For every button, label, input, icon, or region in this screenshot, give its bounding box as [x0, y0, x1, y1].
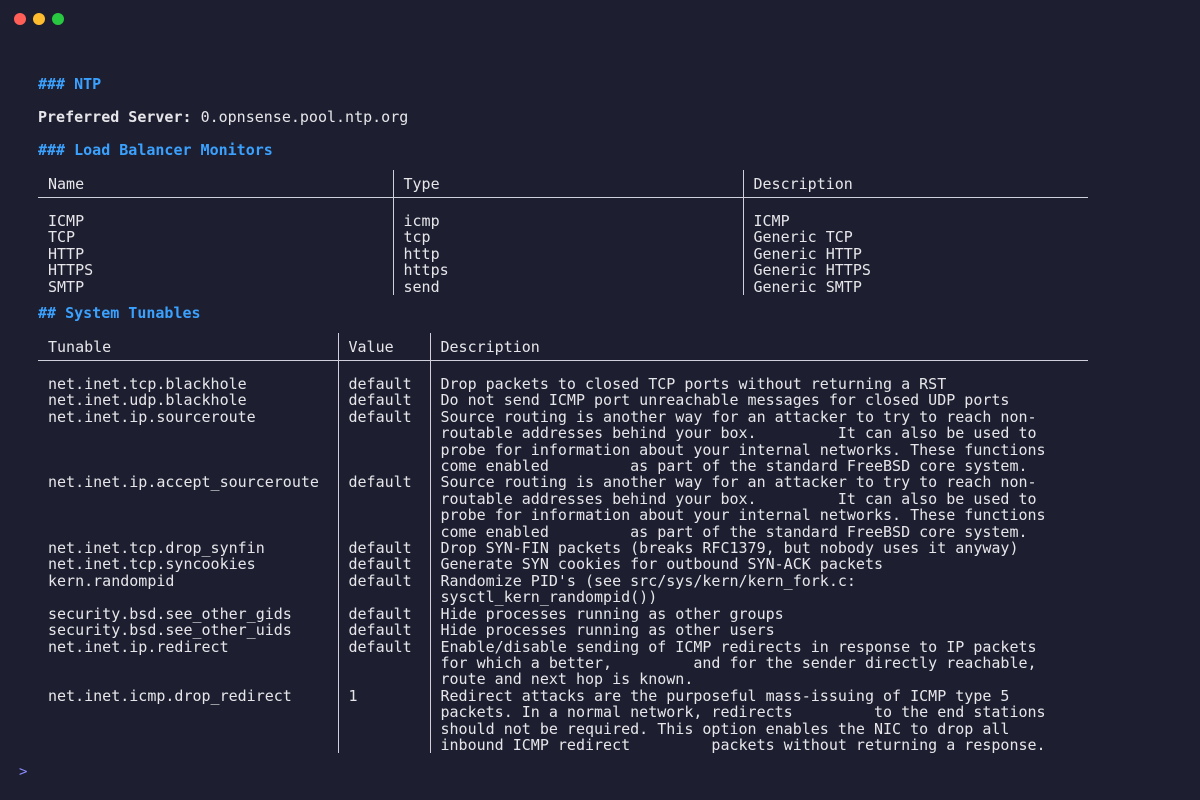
monitor-type: http: [392, 245, 743, 262]
tunable-description: Hide processes running as other groups: [429, 605, 1088, 622]
tunable-row: net.inet.ip.sourceroute default Source rou…: [38, 409, 1088, 475]
lb-col-type: Type: [392, 170, 743, 198]
monitor-description: Generic SMTP: [742, 278, 1088, 295]
lb-monitor-row: ICMP icmp ICMP: [38, 213, 1088, 229]
monitor-name: ICMP: [48, 212, 85, 230]
tunable-description: Enable/disable sending of ICMP redirects…: [429, 638, 1088, 688]
preferred-server-line: Preferred Server: 0.opnsense.pool.ntp.or…: [38, 109, 408, 125]
tunable-row: net.inet.udp.blackhole default Do not send…: [38, 391, 1088, 410]
lb-monitor-row: HTTP http Generic HTTP: [38, 244, 1088, 263]
tunable-name: kern.randompid: [48, 571, 175, 590]
tunable-name: net.inet.tcp.syncookies: [48, 555, 256, 574]
lb-monitors-table: Name Type Description ICMP icmp ICMP TCP tcp…: [38, 170, 1088, 295]
zoom-window-button[interactable]: [52, 13, 64, 25]
monitor-description: Generic TCP: [742, 229, 1088, 246]
tunable-value: default: [337, 573, 430, 606]
tunable-value: default: [337, 556, 430, 573]
tunable-row: security.bsd.see_other_uids default Hide p…: [38, 621, 1088, 640]
shell-prompt[interactable]: >: [19, 764, 27, 780]
tunable-value: default: [337, 474, 430, 541]
ntp-heading: ### NTP: [38, 75, 102, 93]
tunable-row: net.inet.ip.redirect default Enable/disabl…: [38, 637, 1088, 688]
tunable-name: net.inet.tcp.blackhole: [48, 375, 247, 393]
monitor-name: TCP: [48, 228, 76, 247]
tunables-header-row: Tunable Value Description: [38, 333, 1088, 361]
tunable-name: security.bsd.see_other_gids: [48, 604, 292, 623]
monitor-description: Generic HTTPS: [742, 262, 1088, 279]
tunable-value: default: [337, 605, 430, 622]
spacer-cell: [392, 197, 743, 213]
tunable-description: Source routing is another way for an att…: [429, 409, 1088, 475]
monitor-name: HTTP: [48, 244, 85, 263]
preferred-server-label: Preferred Server:: [38, 108, 192, 126]
tunables-col-value: Value: [337, 333, 430, 361]
spacer-cell: [429, 360, 1088, 376]
system-tunables-heading: ## System Tunables: [38, 304, 201, 322]
monitor-type: tcp: [392, 229, 743, 246]
tunable-name: net.inet.icmp.drop_redirect: [48, 686, 292, 705]
tunable-name: security.bsd.see_other_uids: [48, 621, 292, 640]
tunables-col-description: Description: [429, 333, 1088, 361]
tunable-row: kern.randompid default Randomize PID's (se…: [38, 573, 1088, 606]
spacer-cell: [38, 361, 338, 377]
tunable-row: net.inet.ip.accept_sourceroute default Sou…: [38, 473, 1088, 541]
monitor-name: SMTP: [48, 277, 85, 296]
system-tunables-table: Tunable Value Description net.inet.tcp.b…: [38, 333, 1088, 754]
tunable-description: Source routing is another way for an att…: [429, 474, 1088, 541]
tunable-row: security.bsd.see_other_gids default Hide p…: [38, 604, 1088, 623]
monitor-name: HTTPS: [48, 261, 94, 280]
spacer-cell: [337, 360, 430, 376]
tunable-name: net.inet.ip.redirect: [48, 637, 229, 656]
tunable-value: default: [337, 409, 430, 475]
tunable-value: default: [337, 638, 430, 688]
tunable-name: net.inet.udp.blackhole: [48, 391, 247, 410]
window-controls: [14, 13, 64, 25]
tunable-row: net.inet.tcp.drop_synfin default Drop SYN-…: [38, 540, 1088, 556]
lb-monitor-row: TCP tcp Generic TCP: [38, 228, 1088, 247]
tunable-description: Redirect attacks are the purposeful mass…: [429, 688, 1088, 754]
spacer-cell: [742, 197, 1088, 213]
table-spacer: [38, 360, 1088, 377]
preferred-server-value: 0.opnsense.pool.ntp.org: [200, 108, 409, 126]
tunables-col-tunable: Tunable: [38, 333, 338, 361]
tunable-name: net.inet.ip.sourceroute: [48, 407, 256, 426]
tunable-description: Hide processes running as other users: [429, 622, 1088, 639]
tunable-row: net.inet.icmp.drop_redirect 1 Redirect att…: [38, 688, 1088, 754]
table-spacer: [38, 197, 1088, 214]
tunable-value: default: [337, 540, 430, 556]
tunable-description: Do not send ICMP port unreachable messag…: [429, 392, 1088, 409]
tunable-value: 1: [337, 688, 430, 754]
tunable-row: net.inet.tcp.blackhole default Drop packet…: [38, 376, 1088, 392]
lb-header-row: Name Type Description: [38, 170, 1088, 198]
lb-monitor-row: SMTP send Generic SMTP: [38, 277, 1088, 296]
tunable-description: Drop SYN-FIN packets (breaks RFC1379, bu…: [429, 540, 1088, 556]
lb-col-name: Name: [38, 170, 393, 198]
monitor-description: ICMP: [742, 213, 1088, 229]
lb-monitors-heading: ### Load Balancer Monitors: [38, 141, 273, 159]
close-window-button[interactable]: [14, 13, 26, 25]
minimize-window-button[interactable]: [33, 13, 45, 25]
monitor-type: https: [392, 262, 743, 279]
lb-monitor-row: HTTPS https Generic HTTPS: [38, 261, 1088, 280]
tunable-name: net.inet.ip.accept_sourceroute: [48, 473, 319, 492]
tunable-value: default: [337, 622, 430, 639]
tunable-value: default: [337, 376, 430, 392]
spacer-cell: [38, 198, 393, 214]
tunable-row: net.inet.tcp.syncookies default Generate S…: [38, 555, 1088, 574]
tunable-value: default: [337, 392, 430, 409]
tunable-description: Generate SYN cookies for outbound SYN-AC…: [429, 556, 1088, 573]
monitor-description: Generic HTTP: [742, 245, 1088, 262]
lb-col-description: Description: [742, 170, 1088, 198]
monitor-type: send: [392, 278, 743, 295]
monitor-type: icmp: [392, 213, 743, 229]
tunable-description: Drop packets to closed TCP ports without…: [429, 376, 1088, 392]
tunable-name: net.inet.tcp.drop_synfin: [48, 539, 265, 558]
tunable-description: Randomize PID's (see src/sys/kern/kern_f…: [429, 573, 1088, 606]
